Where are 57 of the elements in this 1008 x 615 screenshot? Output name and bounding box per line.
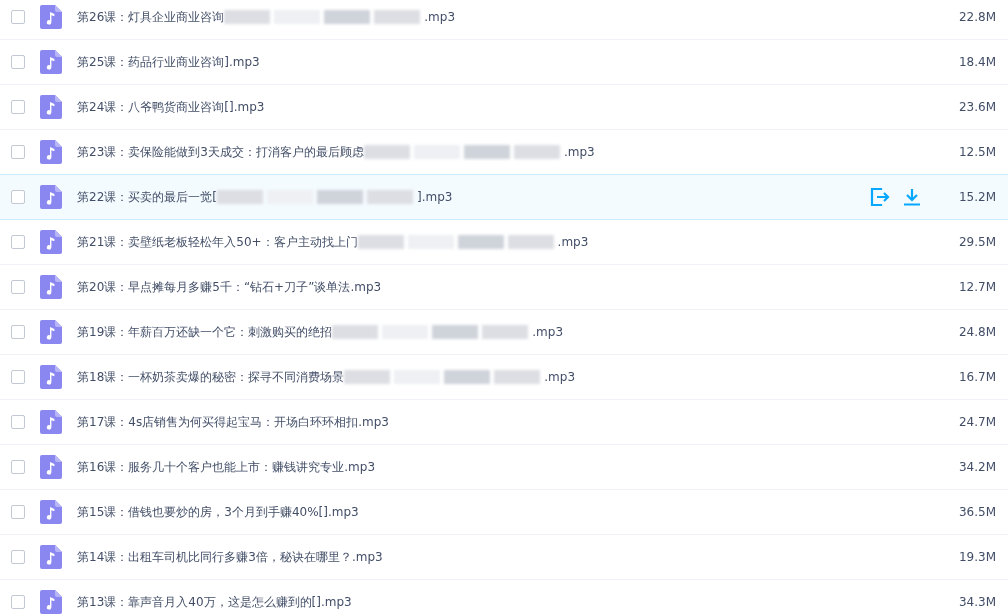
music-file-icon xyxy=(40,320,62,344)
music-file-icon xyxy=(40,500,62,524)
file-name[interactable]: 第22课：买卖的最后一觉[ ].mp3 xyxy=(77,188,870,206)
file-size: 12.5M xyxy=(957,145,996,159)
file-size: 24.8M xyxy=(957,325,996,339)
music-file-icon xyxy=(40,95,62,119)
file-name[interactable]: 第25课：药品行业商业咨询].mp3 xyxy=(77,53,934,71)
music-file-icon xyxy=(40,545,62,569)
file-size: 16.7M xyxy=(957,370,996,384)
file-size: 15.2M xyxy=(957,190,996,204)
music-file-icon xyxy=(40,230,62,254)
music-file-icon xyxy=(40,50,62,74)
music-file-icon xyxy=(40,275,62,299)
file-name[interactable]: 第19课：年薪百万还缺一个它：刺激购买的绝招 .mp3 xyxy=(77,323,934,341)
file-name[interactable]: 第26课：灯具企业商业咨询 .mp3 xyxy=(77,8,934,26)
file-name[interactable]: 第16课：服务几十个客户也能上市：赚钱讲究专业.mp3 xyxy=(77,458,934,476)
file-size: 36.5M xyxy=(957,505,996,519)
checkbox[interactable] xyxy=(11,190,25,204)
file-size: 34.3M xyxy=(957,595,996,609)
checkbox[interactable] xyxy=(11,280,25,294)
checkbox[interactable] xyxy=(11,595,25,609)
file-name[interactable]: 第23课：卖保险能做到3天成交：打消客户的最后顾虑 .mp3 xyxy=(77,143,934,161)
checkbox[interactable] xyxy=(11,235,25,249)
file-name[interactable]: 第13课：靠声音月入40万，这是怎么赚到的[].mp3 xyxy=(77,593,934,611)
checkbox[interactable] xyxy=(11,55,25,69)
file-size: 22.8M xyxy=(957,10,996,24)
file-size: 29.5M xyxy=(957,235,996,249)
checkbox[interactable] xyxy=(11,505,25,519)
file-name[interactable]: 第20课：早点摊每月多赚5千：“钻石+刀子”谈单法.mp3 xyxy=(77,278,934,296)
music-file-icon xyxy=(40,410,62,434)
checkbox[interactable] xyxy=(11,370,25,384)
download-icon[interactable] xyxy=(903,188,921,206)
file-name[interactable]: 第21课：卖壁纸老板轻松年入50+：客户主动找上门 .mp3 xyxy=(77,233,934,251)
music-file-icon xyxy=(40,5,62,29)
checkbox[interactable] xyxy=(11,325,25,339)
music-file-icon xyxy=(40,455,62,479)
file-size: 24.7M xyxy=(957,415,996,429)
file-name[interactable]: 第15课：借钱也要炒的房，3个月到手赚40%[].mp3 xyxy=(77,503,934,521)
checkbox[interactable] xyxy=(11,415,25,429)
file-size: 12.7M xyxy=(957,280,996,294)
file-name[interactable]: 第17课：4s店销售为何买得起宝马：开场白环环相扣.mp3 xyxy=(77,413,934,431)
checkbox[interactable] xyxy=(11,550,25,564)
share-icon[interactable] xyxy=(870,188,890,206)
file-size: 18.4M xyxy=(957,55,996,69)
music-file-icon xyxy=(40,140,62,164)
file-size: 19.3M xyxy=(957,550,996,564)
file-name[interactable]: 第14课：出租车司机比同行多赚3倍，秘诀在哪里？.mp3 xyxy=(77,548,934,566)
checkbox[interactable] xyxy=(11,100,25,114)
checkbox[interactable] xyxy=(11,460,25,474)
file-name[interactable]: 第24课：八爷鸭货商业咨询[].mp3 xyxy=(77,98,934,116)
checkbox[interactable] xyxy=(11,10,25,24)
file-name[interactable]: 第18课：一杯奶茶卖爆的秘密：探寻不同消费场景 .mp3 xyxy=(77,368,934,386)
music-file-icon xyxy=(40,365,62,389)
checkbox[interactable] xyxy=(11,145,25,159)
file-size: 23.6M xyxy=(957,100,996,114)
music-file-icon xyxy=(40,185,62,209)
file-size: 34.2M xyxy=(957,460,996,474)
